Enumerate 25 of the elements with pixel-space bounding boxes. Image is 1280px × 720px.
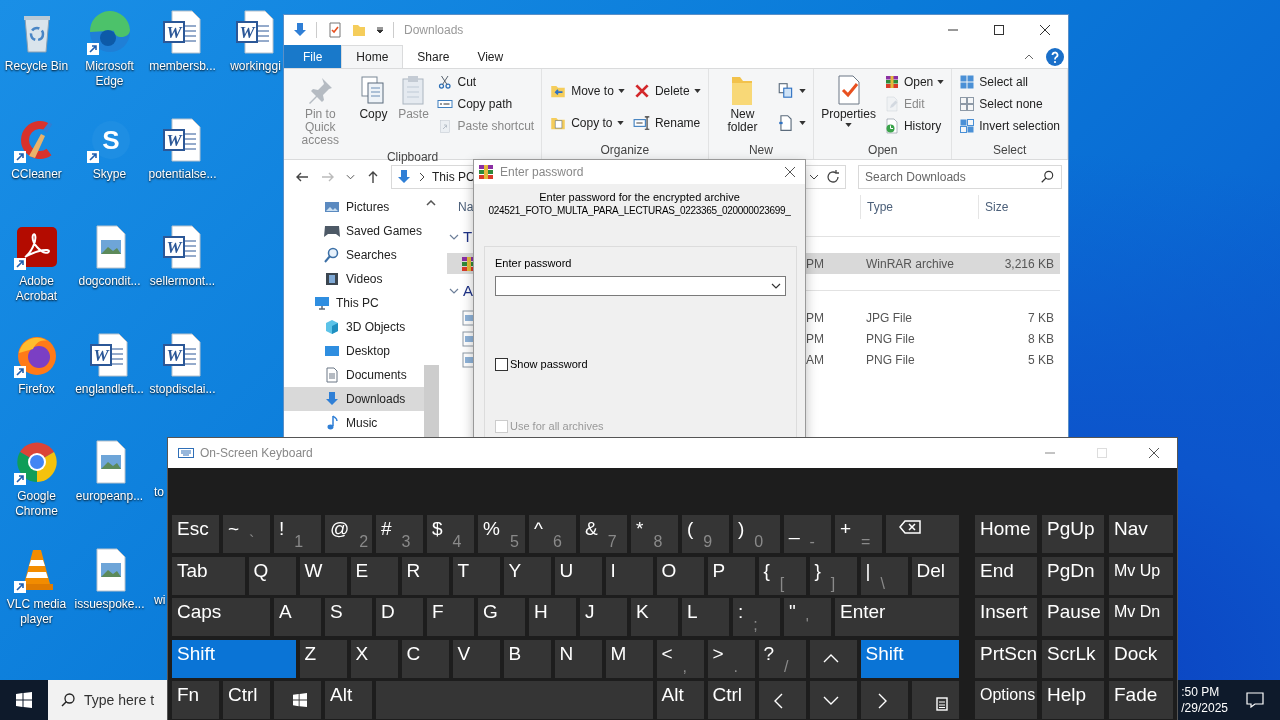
ribbon-group-label: New [747,143,774,159]
table-cell-text: WinRAR archive [865,256,956,271]
window-title: Downloads [404,23,464,37]
archive-name: 024521_FOTO_MULTA_PARA_LECTURAS_0223365_020000023699_ [488,204,791,218]
ribbon-group-label: Select [991,143,1028,159]
table-cell-text: PNG File [865,331,916,346]
table-cell-text: PNG File [865,352,916,367]
table-cell-text: JPG File [865,310,913,325]
group-header: A [463,282,473,299]
table-cell-text: 5 KB [1027,352,1055,367]
field-label: Enter password [495,257,573,270]
dialog-message: Enter password for the encrypted archive [539,190,740,204]
table-cell-text: PM [805,256,825,271]
ribbon-group-label: Organize [599,143,651,159]
ribbon-group-label: Open [867,143,899,159]
table-cell-text: 8 KB [1027,331,1055,346]
group-header: T [463,228,473,245]
dialog-title: Enter password [500,165,584,179]
table-cell-text: 3,216 KB [1003,256,1055,271]
table-cell-text: AM [805,352,825,367]
table-cell-text: 7 KB [1027,310,1055,325]
table-cell-text: PM [805,310,825,325]
window-title: On-Screen Keyboard [200,446,313,460]
table-cell-text: PM [805,331,825,346]
ribbon-group-label: Clipboard [385,150,440,164]
